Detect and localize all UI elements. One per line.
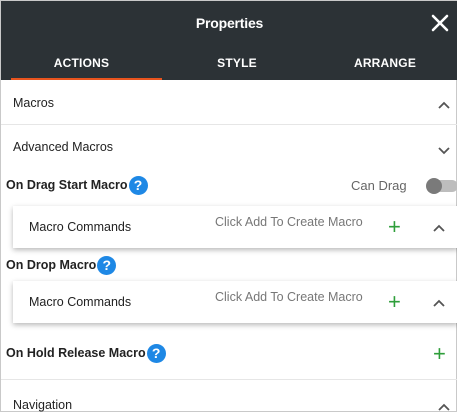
macro-commands-label: Macro Commands	[29, 295, 132, 309]
macro-commands-label: Macro Commands	[29, 220, 132, 234]
chevron-up-icon[interactable]	[437, 402, 451, 412]
on-drag-start-title-text: On Drag Start Macro	[6, 177, 128, 192]
help-icon[interactable]: ?	[128, 176, 148, 195]
section-advanced-macros-label: Advanced Macros	[13, 140, 114, 154]
chevron-up-icon[interactable]	[437, 100, 451, 110]
section-macros-label: Macros	[13, 96, 54, 110]
macro-hint: Click Add To Create Macro	[215, 215, 363, 229]
add-macro-command-icon[interactable]: +	[388, 216, 401, 238]
macro-hint: Click Add To Create Macro	[215, 290, 363, 304]
on-drop-row: On Drop Macro?	[1, 252, 457, 282]
on-hold-release-title-text: On Hold Release Macro	[6, 345, 146, 360]
close-icon[interactable]	[426, 9, 454, 37]
section-advanced-macros[interactable]: Advanced Macros	[1, 125, 457, 167]
section-navigation-label: Navigation	[13, 398, 73, 412]
tab-arrange[interactable]: ARRANGE	[312, 46, 457, 80]
on-drop-title-text: On Drop Macro	[6, 257, 97, 272]
can-drag-label: Can Drag	[351, 178, 407, 193]
can-drag-toggle-knob[interactable]	[426, 178, 442, 194]
help-icon[interactable]: ?	[97, 256, 117, 275]
on-drop-title: On Drop Macro?	[6, 256, 117, 275]
tab-actions[interactable]: ACTIONS	[1, 46, 162, 80]
chevron-up-icon[interactable]	[432, 223, 446, 233]
section-navigation[interactable]: Navigation	[1, 380, 457, 412]
on-hold-release-title: On Hold Release Macro?	[6, 344, 166, 363]
add-macro-command-icon[interactable]: +	[388, 291, 401, 313]
on-drag-start-row: On Drag Start Macro? Can Drag	[1, 167, 457, 203]
add-macro-command-icon[interactable]: +	[433, 343, 446, 365]
on-drag-start-title: On Drag Start Macro?	[6, 176, 148, 195]
drag-start-macro-commands-card: Macro Commands Click Add To Create Macro…	[13, 206, 457, 248]
section-macros[interactable]: Macros	[1, 80, 457, 124]
properties-panel: Properties ACTIONS STYLE ARRANGE Macros …	[0, 0, 457, 412]
tab-style[interactable]: STYLE	[162, 46, 312, 80]
chevron-up-icon[interactable]	[432, 298, 446, 308]
panel-header: Properties	[1, 1, 457, 46]
panel-title: Properties	[195, 15, 264, 31]
help-icon[interactable]: ?	[146, 344, 166, 363]
on-hold-release-row: On Hold Release Macro? +	[1, 337, 457, 371]
chevron-down-icon[interactable]	[437, 145, 451, 155]
tab-bar: ACTIONS STYLE ARRANGE	[1, 46, 457, 80]
drop-macro-commands-card: Macro Commands Click Add To Create Macro…	[13, 281, 457, 323]
